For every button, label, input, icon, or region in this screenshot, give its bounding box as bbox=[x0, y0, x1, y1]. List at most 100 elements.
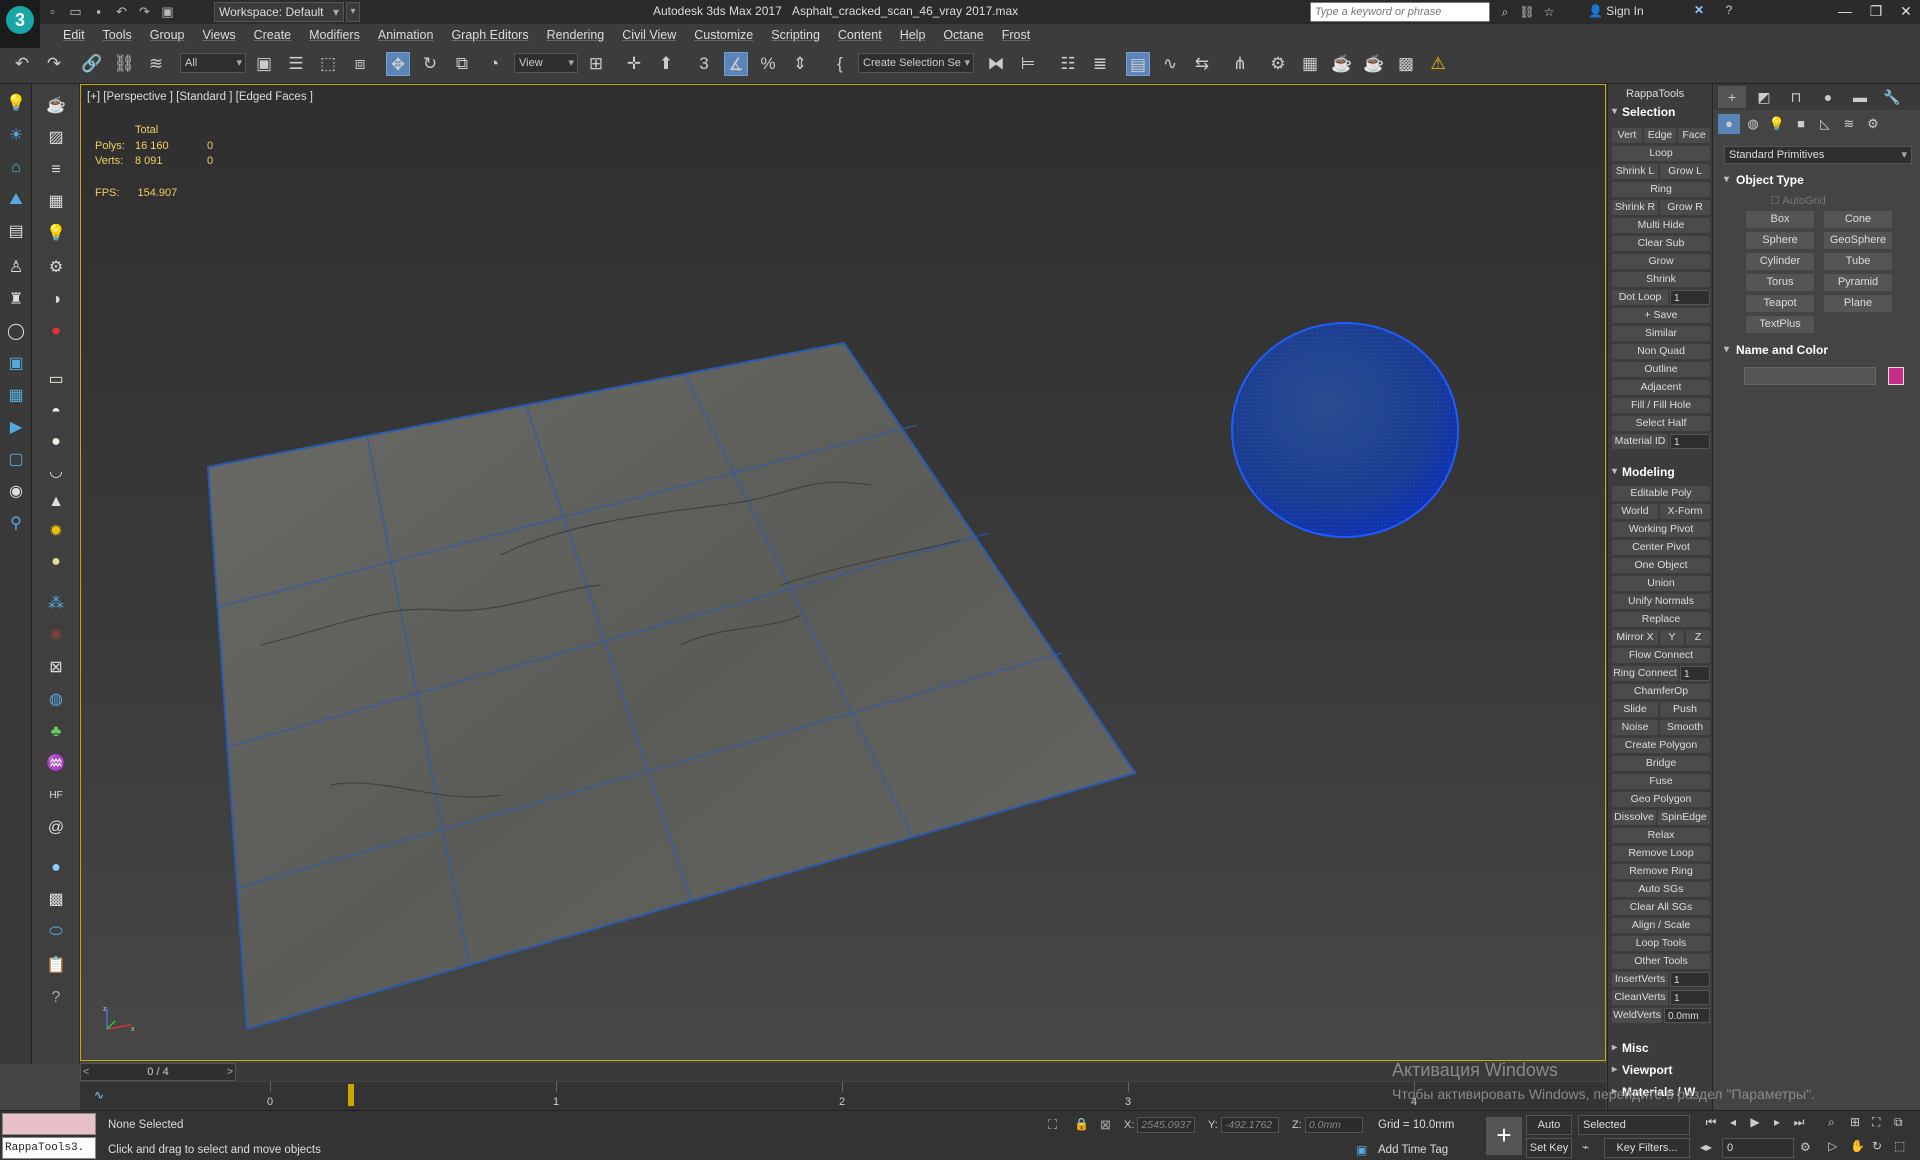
geosphere-button[interactable]: GeoSphere bbox=[1824, 232, 1892, 249]
world-button[interactable]: World bbox=[1612, 504, 1658, 519]
slide-button[interactable]: Slide bbox=[1612, 702, 1658, 717]
close-button[interactable]: ✕ bbox=[1892, 0, 1920, 24]
snaps-toggle-icon[interactable]: 3 bbox=[692, 52, 716, 76]
mirror-z-button[interactable]: Z bbox=[1686, 630, 1710, 645]
select-object-icon[interactable]: ▣ bbox=[252, 52, 276, 76]
key-mode-dropdown[interactable]: Selected bbox=[1578, 1115, 1690, 1135]
plane-button[interactable]: Plane bbox=[1824, 295, 1892, 312]
play-icon[interactable]: ▶ bbox=[1746, 1115, 1764, 1133]
grow-loop-button[interactable]: Grow L bbox=[1660, 164, 1710, 179]
box-icon[interactable]: ▭ bbox=[44, 368, 68, 392]
align-icon[interactable]: ⊨ bbox=[1016, 52, 1040, 76]
sphere-button[interactable]: Sphere bbox=[1746, 232, 1814, 249]
project-icon[interactable]: ▣ bbox=[159, 3, 176, 20]
grow-button[interactable]: Grow bbox=[1612, 254, 1710, 269]
other-tools-button[interactable]: Other Tools bbox=[1612, 954, 1710, 969]
named-selection-dropdown[interactable]: Create Selection Se bbox=[858, 53, 974, 73]
app-logo[interactable]: 3 bbox=[0, 0, 40, 48]
maximize-button[interactable]: ❐ bbox=[1862, 0, 1890, 24]
select-and-rotate-icon[interactable]: ↻ bbox=[418, 52, 442, 76]
bridge-button[interactable]: Bridge bbox=[1612, 756, 1710, 771]
molecule-icon[interactable]: ⚛ bbox=[44, 624, 68, 648]
unlink-icon[interactable]: ⛓ bbox=[112, 52, 136, 76]
exchange-icon[interactable]: ✕ bbox=[1690, 3, 1708, 21]
cone-icon[interactable]: ▲ bbox=[44, 490, 68, 514]
set-key-plus-icon[interactable]: + bbox=[1486, 1117, 1522, 1155]
loop-button[interactable]: Loop bbox=[1612, 146, 1710, 161]
scene-icon[interactable]: ⛰ bbox=[4, 188, 28, 212]
bowl-icon[interactable]: ◡ bbox=[44, 460, 68, 484]
face-button[interactable]: Face bbox=[1678, 128, 1710, 143]
sphere-half-icon[interactable]: ◑ bbox=[44, 288, 68, 312]
multi-hide-button[interactable]: Multi Hide bbox=[1612, 218, 1710, 233]
time-tag-icon[interactable]: ▣ bbox=[1356, 1143, 1367, 1157]
timeline-track[interactable]: ∿ 0 1 2 3 4 bbox=[80, 1082, 1606, 1110]
relax-button[interactable]: Relax bbox=[1612, 828, 1710, 843]
name-and-color-rollout[interactable]: Name and Color bbox=[1724, 342, 1912, 358]
pan-icon[interactable]: ✋ bbox=[1850, 1139, 1868, 1153]
scene-explorer-icon[interactable]: ☷ bbox=[1056, 52, 1080, 76]
display-tab-icon[interactable]: ▬ bbox=[1846, 86, 1874, 108]
insert-verts-spinner[interactable]: 1 bbox=[1670, 972, 1710, 987]
set-key-button[interactable]: Set Key bbox=[1526, 1138, 1572, 1158]
torus-button[interactable]: Torus bbox=[1746, 274, 1814, 291]
loop-tools-button[interactable]: Loop Tools bbox=[1612, 936, 1710, 951]
sphere-icon[interactable]: ● bbox=[44, 430, 68, 454]
time-config-icon[interactable]: ⚙ bbox=[1800, 1140, 1811, 1154]
shrink-loop-button[interactable]: Shrink L bbox=[1612, 164, 1658, 179]
auto-key-button[interactable]: Auto Key bbox=[1526, 1115, 1572, 1149]
binoculars-icon[interactable]: ⌕ bbox=[1497, 4, 1513, 20]
one-object-button[interactable]: One Object bbox=[1612, 558, 1710, 573]
robot-icon[interactable]: ⚙ bbox=[44, 256, 68, 280]
menu-views[interactable]: Views bbox=[193, 24, 244, 46]
workspace-dropdown[interactable]: Workspace: Default bbox=[214, 2, 344, 22]
autogrid-checkbox[interactable]: ☐ AutoGrid bbox=[1770, 194, 1826, 207]
menu-graph-editors[interactable]: Graph Editors bbox=[442, 24, 537, 46]
zoom-icon[interactable]: ⌕ bbox=[1828, 1115, 1846, 1130]
similar-button[interactable]: Similar bbox=[1612, 326, 1710, 341]
selection-section-header[interactable]: Selection bbox=[1612, 104, 1712, 120]
minimize-button[interactable]: — bbox=[1830, 0, 1860, 24]
menu-animation[interactable]: Animation bbox=[369, 24, 443, 46]
orbit-icon[interactable]: ↻ bbox=[1872, 1139, 1890, 1153]
select-and-move-icon[interactable]: ✥ bbox=[386, 52, 410, 76]
dope-sheet-icon[interactable]: ⇆ bbox=[1190, 52, 1214, 76]
key-filters-button[interactable]: Key Filters... bbox=[1604, 1138, 1690, 1158]
center-pivot-button[interactable]: Center Pivot bbox=[1612, 540, 1710, 555]
ring-button[interactable]: Ring bbox=[1612, 182, 1710, 197]
teapot-button[interactable]: Teapot bbox=[1746, 295, 1814, 312]
menu-edit[interactable]: Edit bbox=[54, 24, 94, 46]
dissolve-button[interactable]: Dissolve bbox=[1612, 810, 1656, 825]
keyboard-shortcut-icon[interactable]: ⬆ bbox=[654, 52, 678, 76]
table-icon[interactable]: ▦ bbox=[44, 190, 68, 214]
warning-icon[interactable]: ⚠ bbox=[1426, 52, 1450, 76]
render-setup-icon[interactable]: ▦ bbox=[1298, 52, 1322, 76]
menu-octane[interactable]: Octane bbox=[934, 24, 992, 46]
lock-icon[interactable]: 🔒 bbox=[1074, 1117, 1089, 1131]
teapot-icon[interactable]: ☕ bbox=[44, 94, 68, 118]
rect-selection-region-icon[interactable]: ⬚ bbox=[316, 52, 340, 76]
clipboard-icon[interactable]: 📋 bbox=[44, 954, 68, 978]
workspace-menu-button[interactable]: ▾ bbox=[346, 2, 360, 22]
menu-tools[interactable]: Tools bbox=[94, 24, 141, 46]
primitive-category-dropdown[interactable]: Standard Primitives bbox=[1724, 146, 1912, 164]
hair-icon[interactable]: ♒ bbox=[44, 752, 68, 776]
go-to-end-icon[interactable]: ⏭ bbox=[1790, 1115, 1808, 1133]
hierarchy-tab-icon[interactable]: ⊓ bbox=[1782, 86, 1810, 108]
outline-button[interactable]: Outline bbox=[1612, 362, 1710, 377]
pyramid-button[interactable]: Pyramid bbox=[1824, 274, 1892, 291]
zoom-all-icon[interactable]: ⊞ bbox=[1850, 1115, 1868, 1130]
flow-connect-button[interactable]: Flow Connect bbox=[1612, 648, 1710, 663]
select-and-place-icon[interactable]: ◔ bbox=[482, 52, 506, 76]
light-icon[interactable]: 💡 bbox=[44, 222, 68, 246]
mirror-icon[interactable]: ⧓ bbox=[984, 52, 1008, 76]
help-circle-icon[interactable]: ? bbox=[44, 986, 68, 1010]
time-slider[interactable]: < 0 / 4 > bbox=[80, 1063, 236, 1081]
object-type-rollout[interactable]: Object Type bbox=[1724, 172, 1912, 188]
working-pivot-button[interactable]: Working Pivot bbox=[1612, 522, 1710, 537]
shrink-ring-button[interactable]: Shrink R bbox=[1612, 200, 1658, 215]
spin-edge-button[interactable]: SpinEdge bbox=[1658, 810, 1710, 825]
bottle-icon[interactable]: ♜ bbox=[4, 288, 28, 312]
bind-space-warp-icon[interactable]: ≋ bbox=[144, 52, 168, 76]
select-link-icon[interactable]: 🔗 bbox=[80, 52, 104, 76]
